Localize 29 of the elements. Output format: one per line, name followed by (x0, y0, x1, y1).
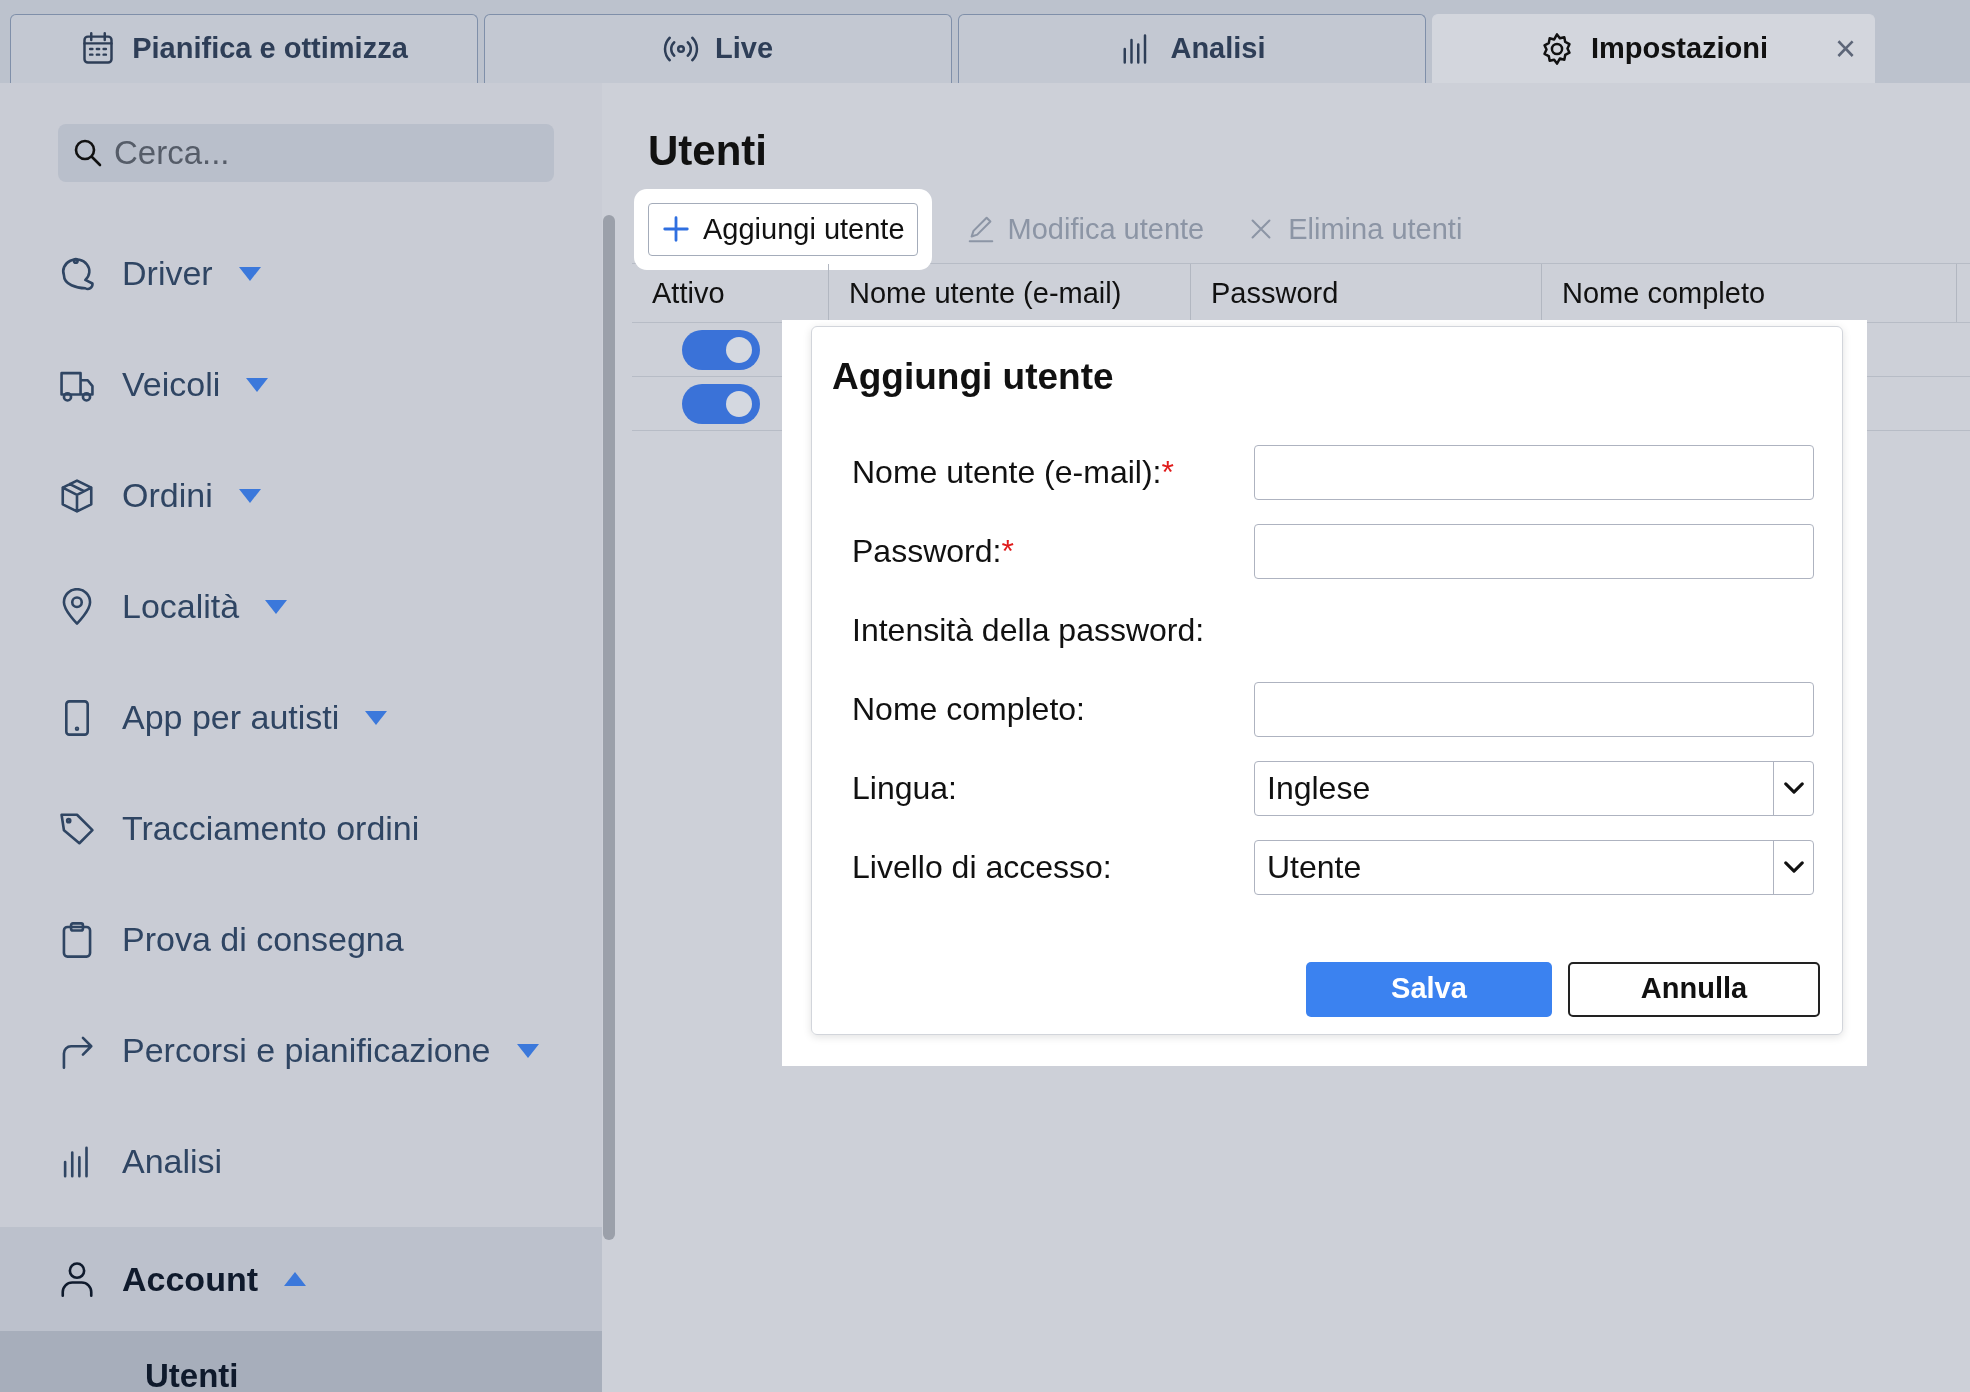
dropdown[interactable]: Utente (1254, 839, 1814, 895)
sidebar-item[interactable]: Driver (0, 218, 602, 329)
field-label: Livello di accesso: (852, 848, 1113, 887)
field-label: Password:* (852, 532, 1015, 571)
sidebar-item[interactable]: Account (0, 1227, 602, 1331)
cancel-button[interactable]: Annulla (1568, 961, 1820, 1017)
tab[interactable]: Pianifica e ottimizza (10, 14, 478, 83)
save-button[interactable]: Salva (1306, 961, 1552, 1017)
sidebar-subitem[interactable]: Utenti (0, 1331, 602, 1392)
field-label: Intensità della password: (852, 611, 1206, 650)
dialog-title: Aggiungi utente (832, 355, 1115, 399)
close-button[interactable]: × (1830, 31, 1860, 67)
tab[interactable]: Impostazioni × (1432, 14, 1875, 83)
dropdown[interactable]: Inglese (1254, 760, 1814, 816)
tab[interactable]: Live (484, 14, 952, 83)
search-field[interactable]: Cerca... (58, 124, 554, 182)
sidebar-item[interactable]: Tracciamento ordini (0, 773, 602, 884)
sidebar-item[interactable]: Prova di consegna (0, 884, 602, 995)
sidebar-item[interactable]: Ordini (0, 440, 602, 551)
sidebar-item[interactable]: Località (0, 551, 602, 662)
field-label: Nome completo: (852, 690, 1086, 729)
field-label: Nome utente (e-mail):* (852, 453, 1175, 492)
field-label: Lingua: (852, 769, 958, 808)
page-title: Utenti (648, 126, 768, 176)
sidebar-item[interactable]: Analisi (0, 1106, 602, 1217)
sidebar-item[interactable]: Percorsi e pianificazione (0, 995, 602, 1106)
sidebar-item[interactable]: App per autisti (0, 662, 602, 773)
tab[interactable]: Analisi (958, 14, 1426, 83)
sidebar-item[interactable]: Veicoli (0, 329, 602, 440)
